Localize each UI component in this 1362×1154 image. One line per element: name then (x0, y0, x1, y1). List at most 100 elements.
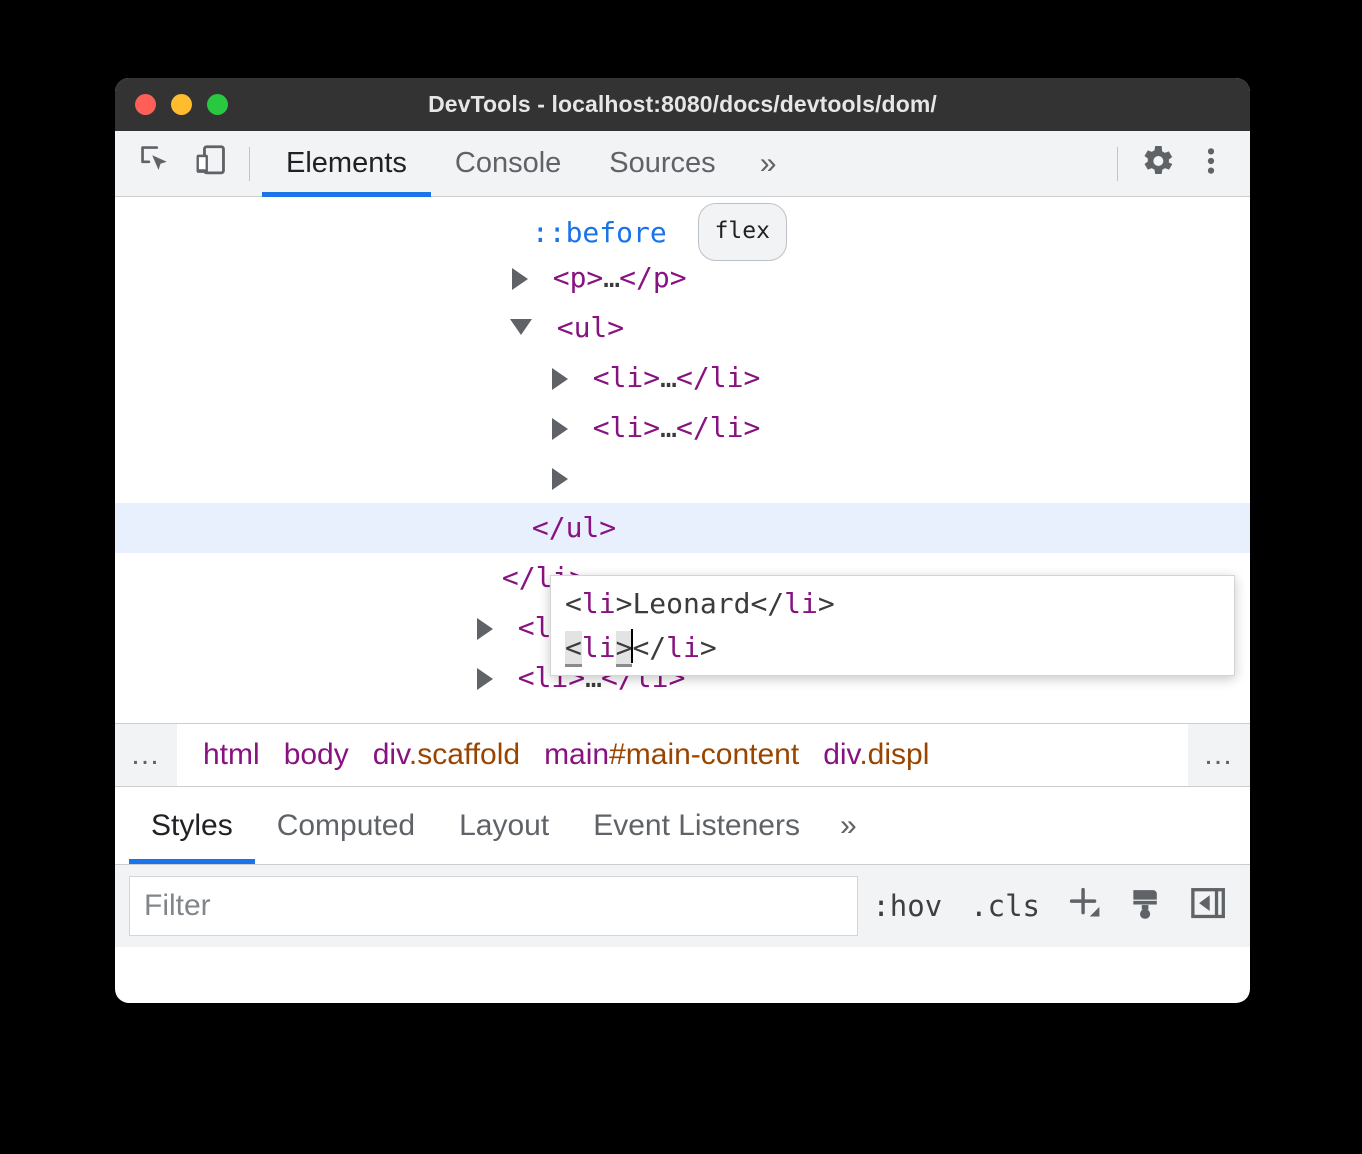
dom-close-tag: </ul> (532, 511, 616, 544)
expand-twisty-icon[interactable] (477, 668, 493, 690)
breadcrumb-tag: html (203, 738, 260, 771)
edit-as-html-popup[interactable]: <li>Leonard</li> <li></li> (550, 575, 1235, 676)
breadcrumb-sub: #main-content (609, 738, 799, 771)
more-panels-button[interactable]: » (740, 131, 797, 197)
breadcrumb-item-body[interactable]: body (272, 738, 361, 772)
breadcrumb-item-html[interactable]: html (191, 738, 272, 772)
settings-button[interactable] (1130, 137, 1184, 191)
tab-console-label: Console (455, 147, 561, 180)
expand-twisty-icon[interactable] (552, 468, 568, 490)
bracket-close-highlight: > (616, 631, 633, 667)
traffic-lights (135, 78, 228, 131)
window-titlebar: DevTools - localhost:8080/docs/devtools/… (115, 78, 1250, 131)
window-title: DevTools - localhost:8080/docs/devtools/… (115, 91, 1250, 118)
devtools-window: DevTools - localhost:8080/docs/devtools/… (115, 78, 1250, 1003)
dom-row[interactable]: ::before flex (115, 203, 1250, 253)
dom-ellipsis: … (603, 261, 619, 294)
bracket-close: > (616, 587, 633, 620)
tab-event-listeners[interactable]: Event Listeners (571, 787, 822, 864)
dom-row-editing[interactable] (115, 453, 1250, 503)
dom-open-tag: <p> (553, 261, 604, 294)
dom-close-tag: </li> (676, 411, 760, 444)
dom-row[interactable]: <li>…</li> (115, 353, 1250, 403)
tab-styles[interactable]: Styles (129, 787, 255, 864)
dom-row[interactable]: </ul> (115, 503, 1250, 553)
dom-row[interactable]: <ul> (115, 303, 1250, 353)
expand-twisty-icon[interactable] (552, 418, 568, 440)
bracket-open-end: </ (632, 631, 666, 664)
bracket-open-end: </ (750, 587, 784, 620)
sidebar-tabs: Styles Computed Layout Event Listeners » (115, 787, 1250, 865)
breadcrumb-tag: div (373, 738, 409, 771)
dom-tree[interactable]: ::before flex <p>…</p> <ul> <li>…</li> (115, 197, 1250, 723)
toggle-sidebar-icon (1187, 882, 1231, 931)
breadcrumb-tag: main (544, 738, 609, 771)
tag-name: li (582, 587, 616, 620)
tab-event-listeners-label: Event Listeners (593, 809, 800, 843)
tab-console[interactable]: Console (431, 131, 585, 197)
inspect-element-icon (137, 142, 175, 185)
dom-open-tag: <ul> (557, 311, 624, 344)
breadcrumb-tag: body (284, 738, 349, 771)
tag-name-end: li (666, 631, 700, 664)
breadcrumb-tag: div (823, 738, 859, 771)
bracket-close-end: > (818, 587, 835, 620)
maximize-button[interactable] (207, 94, 228, 115)
breadcrumb-sub: .displ (859, 738, 929, 771)
device-toolbar-icon (191, 142, 229, 185)
breadcrumb-sub: .scaffold (409, 738, 520, 771)
collapse-twisty-icon[interactable] (510, 319, 532, 335)
dom-row[interactable]: <li>…</li> (115, 403, 1250, 453)
tab-elements-label: Elements (286, 147, 407, 180)
toolbar-divider-left (249, 147, 250, 181)
breadcrumb-overflow-right[interactable]: … (1188, 724, 1250, 786)
computed-styles-button[interactable] (1116, 875, 1178, 937)
breadcrumb-item-main-content[interactable]: main#main-content (532, 738, 811, 772)
dom-ellipsis: … (660, 361, 676, 394)
tab-sources-label: Sources (609, 147, 715, 180)
expand-twisty-icon[interactable] (477, 618, 493, 640)
edit-popup-line-1[interactable]: <li>Leonard</li> (565, 582, 1234, 626)
expand-twisty-icon[interactable] (512, 268, 528, 290)
breadcrumb-items: html body div.scaffold main#main-content… (177, 724, 1188, 786)
plus-icon (1062, 881, 1108, 932)
inspect-element-button[interactable] (129, 137, 183, 191)
new-style-rule-button[interactable] (1054, 875, 1116, 937)
bracket-close-end: > (700, 631, 717, 664)
panel-tabs: Elements Console Sources » (262, 131, 1105, 197)
devtools-toolbar: Elements Console Sources » (115, 131, 1250, 197)
paint-brush-icon (1126, 883, 1168, 930)
tab-sources[interactable]: Sources (585, 131, 739, 197)
tab-layout[interactable]: Layout (437, 787, 571, 864)
chevron-double-right-icon: » (840, 809, 857, 843)
toggle-sidebar-button[interactable] (1178, 875, 1240, 937)
bracket-open: < (565, 587, 582, 620)
toggle-hover-state-button[interactable]: :hov (858, 889, 956, 923)
toggle-class-button[interactable]: .cls (956, 889, 1054, 923)
expand-twisty-icon[interactable] (552, 368, 568, 390)
dom-close-tag: </p> (619, 261, 686, 294)
tab-styles-label: Styles (151, 809, 233, 843)
more-sidebar-tabs-button[interactable]: » (822, 787, 875, 864)
breadcrumb-overflow-left[interactable]: … (115, 724, 177, 786)
minimize-button[interactable] (171, 94, 192, 115)
tab-computed[interactable]: Computed (255, 787, 437, 864)
breadcrumb: … html body div.scaffold main#main-conte… (115, 723, 1250, 787)
styles-filter-bar: :hov .cls (115, 865, 1250, 947)
edit-popup-line-2[interactable]: <li></li> (565, 626, 1234, 670)
dom-open-tag: <li> (593, 411, 660, 444)
breadcrumb-item-div-displ[interactable]: div.displ (811, 738, 941, 772)
chevron-double-right-icon: » (760, 147, 777, 181)
dom-close-tag: </li> (676, 361, 760, 394)
close-button[interactable] (135, 94, 156, 115)
filter-input[interactable] (129, 876, 858, 936)
dom-row[interactable]: <p>…</p> (115, 253, 1250, 303)
breadcrumb-item-div-scaffold[interactable]: div.scaffold (361, 738, 532, 772)
tag-name: li (582, 631, 616, 664)
toolbar-right-group (1105, 137, 1238, 191)
main-menu-button[interactable] (1184, 137, 1238, 191)
kebab-menu-icon (1194, 144, 1228, 183)
screenshot-stage: DevTools - localhost:8080/docs/devtools/… (0, 0, 1362, 1154)
device-toolbar-button[interactable] (183, 137, 237, 191)
tab-elements[interactable]: Elements (262, 131, 431, 197)
